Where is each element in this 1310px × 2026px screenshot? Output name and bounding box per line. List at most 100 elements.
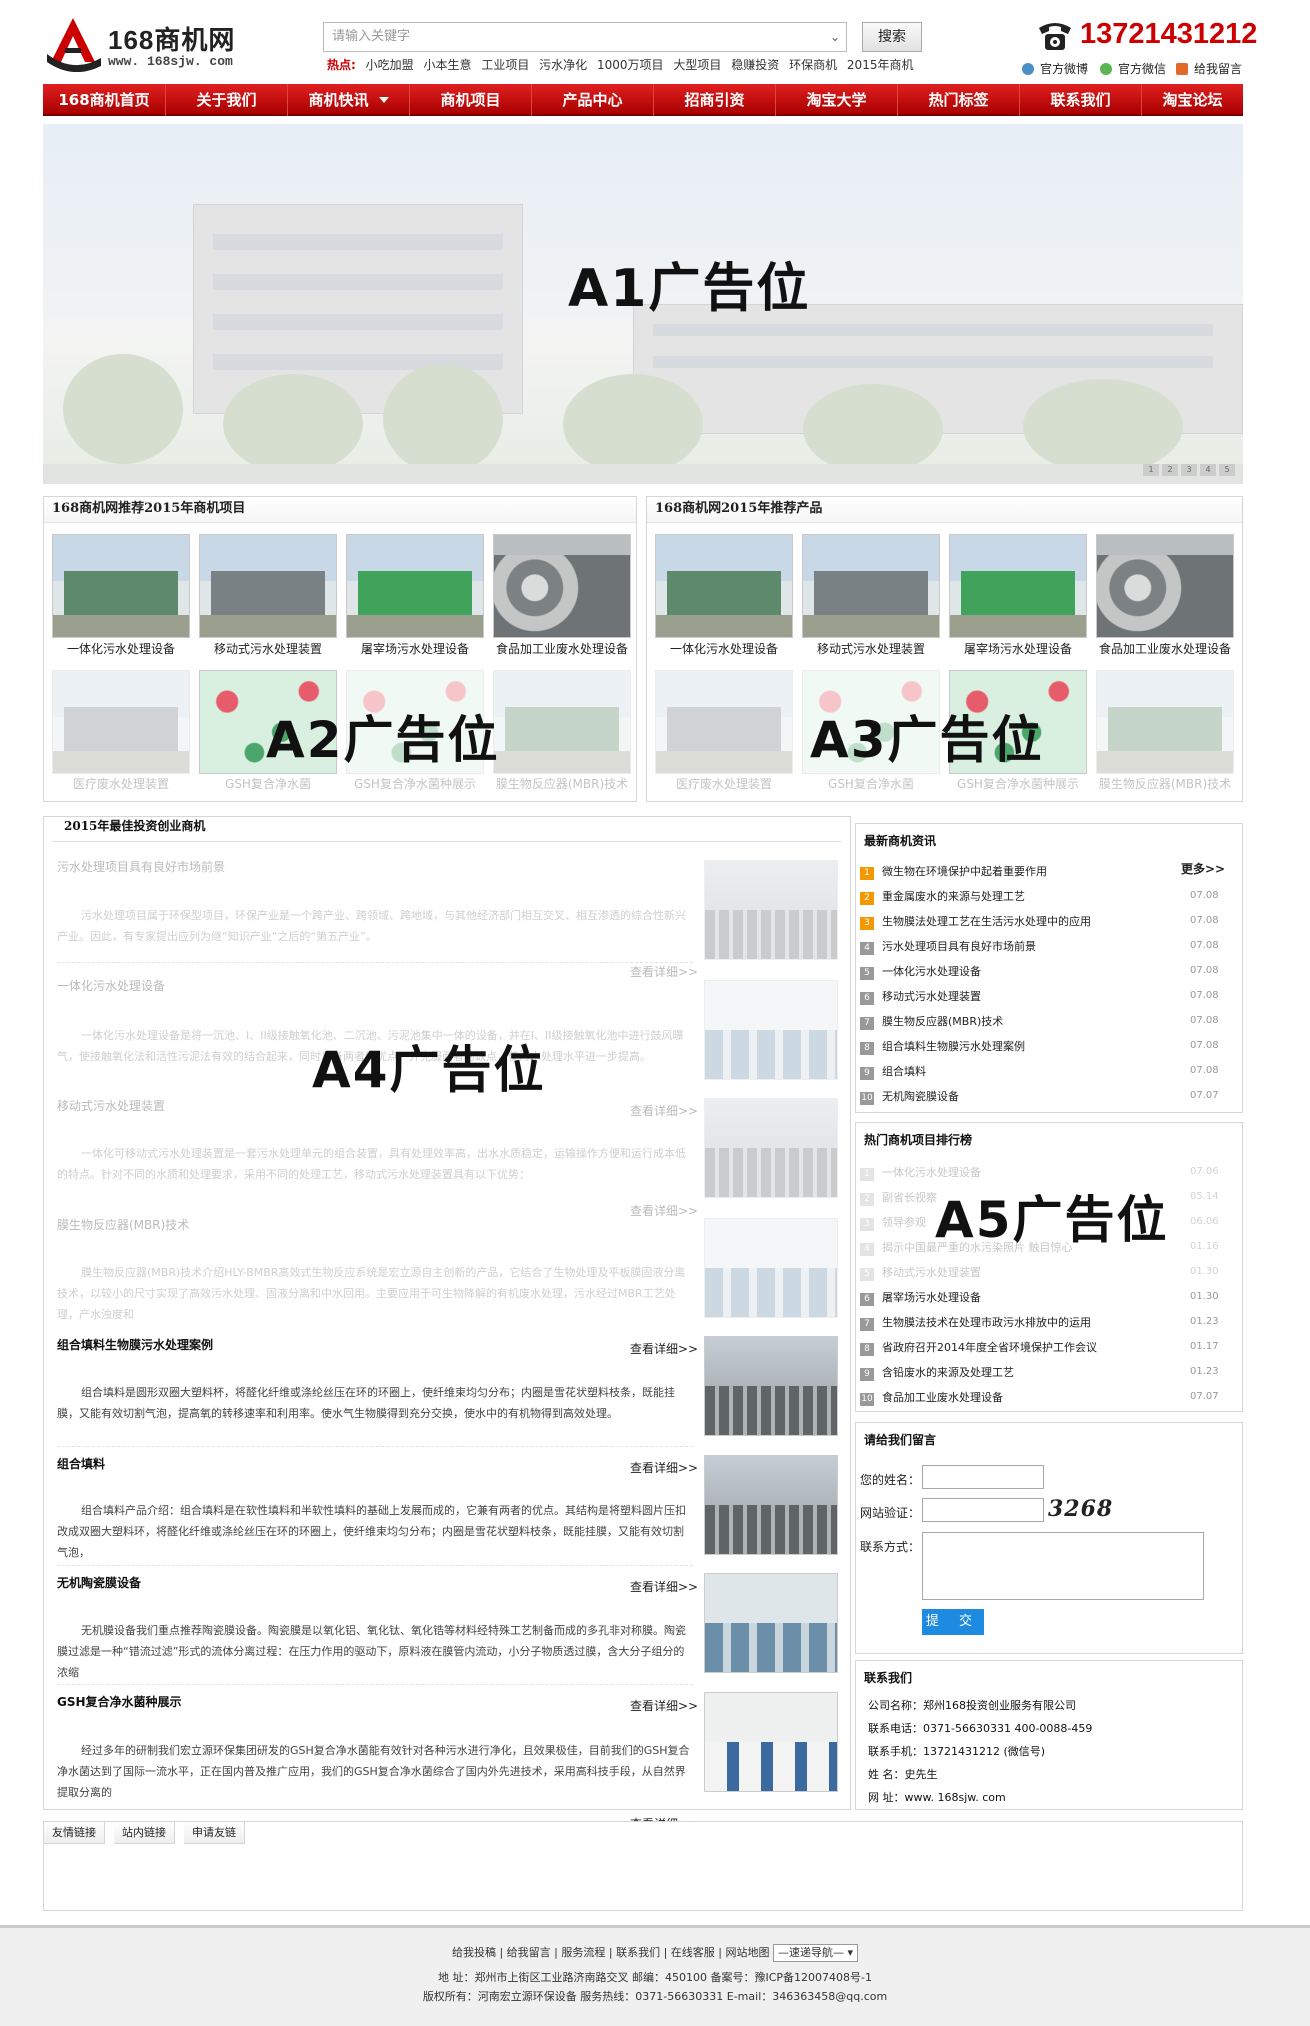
nav-tags[interactable]: 热门标签: [897, 84, 1019, 116]
project-thumb[interactable]: [199, 534, 337, 638]
hot-link[interactable]: 污水净化: [539, 58, 587, 72]
article-title[interactable]: 无机陶瓷膜设备: [57, 1574, 141, 1591]
nav-contact[interactable]: 联系我们: [1019, 84, 1141, 116]
article-image[interactable]: [704, 860, 838, 960]
read-more-link[interactable]: 查看详细>>: [630, 1102, 698, 1119]
product-caption[interactable]: 屠宰场污水处理设备: [943, 640, 1093, 657]
hot-link[interactable]: 大型项目: [673, 58, 721, 72]
project-caption[interactable]: GSH复合净水菌种展示: [340, 775, 490, 792]
captcha-image[interactable]: 3268: [1048, 1496, 1113, 1522]
news-item[interactable]: 5 一体化污水处理设备: [860, 963, 981, 980]
verify-input[interactable]: [922, 1498, 1044, 1522]
project-thumb[interactable]: [346, 534, 484, 638]
news-item[interactable]: 6 移动式污水处理装置: [860, 988, 981, 1005]
nav-investment[interactable]: 招商引资: [653, 84, 775, 116]
logo-title[interactable]: 168商机网: [108, 20, 235, 57]
ad-slot-a2[interactable]: A2广告位: [266, 700, 500, 772]
project-thumb[interactable]: [52, 534, 190, 638]
hot-link[interactable]: 环保商机: [789, 58, 837, 72]
news-item[interactable]: 3 生物膜法处理工艺在生活污水处理中的应用: [860, 913, 1091, 930]
read-more-link[interactable]: 查看详细>>: [630, 1578, 698, 1595]
nav-products[interactable]: 产品中心: [531, 84, 653, 116]
read-more-link[interactable]: 查看详细>>: [630, 1202, 698, 1219]
article-image[interactable]: [704, 1692, 838, 1792]
product-thumb[interactable]: [1096, 670, 1234, 774]
project-caption[interactable]: GSH复合净水菌: [193, 775, 343, 792]
product-caption[interactable]: GSH复合净水菌: [796, 775, 946, 792]
logo-icon[interactable]: [43, 14, 103, 72]
search-input[interactable]: 请输入关键字 ⌄: [323, 22, 847, 52]
rank-item[interactable]: 3 领导参观: [860, 1214, 926, 1231]
project-caption[interactable]: 膜生物反应器(MBR)技术: [487, 775, 637, 792]
project-caption[interactable]: 移动式污水处理装置: [193, 640, 343, 657]
news-item[interactable]: 7 膜生物反应器(MBR)技术: [860, 1013, 1003, 1030]
product-caption[interactable]: 膜生物反应器(MBR)技术: [1090, 775, 1240, 792]
article-image[interactable]: [704, 1098, 838, 1198]
rank-item[interactable]: 7 生物膜法技术在处理市政污水排放中的运用: [860, 1314, 1091, 1331]
project-thumb[interactable]: [493, 534, 631, 638]
carousel-dot[interactable]: 1: [1143, 464, 1159, 476]
message-link[interactable]: 给我留言: [1176, 60, 1242, 77]
product-caption[interactable]: 食品加工业废水处理设备: [1090, 640, 1240, 657]
tab-friend-links[interactable]: 友情链接: [44, 1822, 105, 1844]
news-item[interactable]: 1 微生物在环境保护中起着重要作用: [860, 863, 1047, 880]
read-more-link[interactable]: 查看详细>>: [630, 963, 698, 980]
product-caption[interactable]: 移动式污水处理装置: [796, 640, 946, 657]
article-title[interactable]: 移动式污水处理装置: [57, 1097, 165, 1114]
product-thumb[interactable]: [655, 534, 793, 638]
article-image[interactable]: [704, 1573, 838, 1673]
hot-link[interactable]: 1000万项目: [597, 58, 664, 72]
hot-link[interactable]: 小吃加盟: [366, 58, 414, 72]
article-image[interactable]: [704, 1455, 838, 1555]
tab-site-links[interactable]: 站内链接: [114, 1822, 175, 1844]
banner-carousel[interactable]: A1广告位 12345: [43, 124, 1243, 484]
project-caption[interactable]: 医疗废水处理装置: [46, 775, 196, 792]
submit-button[interactable]: 提 交: [922, 1609, 984, 1635]
contact-textarea[interactable]: [922, 1532, 1204, 1600]
rank-item[interactable]: 5 移动式污水处理装置: [860, 1264, 981, 1281]
product-thumb[interactable]: [802, 534, 940, 638]
wechat-link[interactable]: 官方微信: [1100, 60, 1166, 77]
ad-slot-a4[interactable]: A4广告位: [312, 1030, 546, 1102]
rank-item[interactable]: 10 食品加工业废水处理设备: [860, 1389, 1003, 1406]
ad-slot-a5[interactable]: A5广告位: [935, 1180, 1169, 1252]
product-caption[interactable]: GSH复合净水菌种展示: [943, 775, 1093, 792]
article-image[interactable]: [704, 980, 838, 1080]
rank-item[interactable]: 9 含铅废水的来源及处理工艺: [860, 1364, 1014, 1381]
nav-taobao-university[interactable]: 淘宝大学: [775, 84, 897, 116]
quick-nav-select[interactable]: —速递导航— ▾: [772, 1944, 859, 1962]
search-button[interactable]: 搜索: [862, 22, 922, 52]
nav-forum[interactable]: 淘宝论坛: [1141, 84, 1243, 116]
project-caption[interactable]: 屠宰场污水处理设备: [340, 640, 490, 657]
nav-home[interactable]: 168商机首页: [43, 84, 165, 116]
hot-link[interactable]: 小本生意: [423, 58, 471, 72]
carousel-dot[interactable]: 4: [1200, 464, 1216, 476]
read-more-link[interactable]: 查看详细>>: [630, 1697, 698, 1714]
rank-item[interactable]: 2 副省长视察: [860, 1189, 937, 1206]
article-title[interactable]: 污水处理项目具有良好市场前景: [57, 858, 225, 875]
carousel-dot[interactable]: 5: [1219, 464, 1235, 476]
rank-item[interactable]: 6 屠宰场污水处理设备: [860, 1289, 981, 1306]
project-thumb[interactable]: [493, 670, 631, 774]
product-thumb[interactable]: [655, 670, 793, 774]
ad-slot-a1[interactable]: A1广告位: [568, 246, 810, 321]
nav-about[interactable]: 关于我们: [165, 84, 287, 116]
chevron-down-icon[interactable]: ⌄: [830, 23, 840, 51]
hot-link[interactable]: 工业项目: [481, 58, 529, 72]
article-title[interactable]: 组合填料: [57, 1455, 105, 1472]
news-item[interactable]: 8 组合填料生物膜污水处理案例: [860, 1038, 1025, 1055]
project-thumb[interactable]: [52, 670, 190, 774]
hot-link[interactable]: 稳赚投资: [731, 58, 779, 72]
project-caption[interactable]: 一体化污水处理设备: [46, 640, 196, 657]
article-image[interactable]: [704, 1218, 838, 1318]
rank-item[interactable]: 8 省政府召开2014年度全省环境保护工作会议: [860, 1339, 1097, 1356]
tab-apply-link[interactable]: 申请友链: [184, 1822, 245, 1844]
article-title[interactable]: 膜生物反应器(MBR)技术: [57, 1216, 189, 1233]
product-thumb[interactable]: [949, 534, 1087, 638]
article-title[interactable]: GSH复合净水菌种展示: [57, 1693, 182, 1710]
carousel-dot[interactable]: 2: [1162, 464, 1178, 476]
article-title[interactable]: 一体化污水处理设备: [57, 977, 165, 994]
name-input[interactable]: [922, 1465, 1044, 1489]
more-news-link[interactable]: 更多>>: [1181, 860, 1225, 877]
product-caption[interactable]: 一体化污水处理设备: [649, 640, 799, 657]
